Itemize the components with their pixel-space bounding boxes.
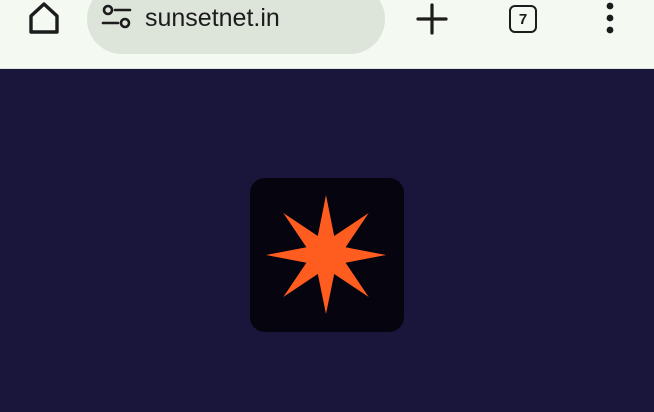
browser-toolbar: sunsetnet.in 7 [0,0,654,69]
tab-count: 7 [518,10,528,28]
tab-switcher-button[interactable]: 7 [503,0,543,38]
site-logo [250,178,404,332]
url-text[interactable]: sunsetnet.in [145,3,280,33]
page-content [0,69,654,412]
more-vert-icon [606,2,614,34]
tab-count-badge: 7 [509,5,537,33]
tune-icon [101,4,132,29]
new-tab-button[interactable] [412,0,452,38]
eight-point-star-icon [266,195,386,314]
site-settings-button[interactable] [101,2,133,34]
plus-icon [416,3,448,35]
menu-button[interactable] [592,0,628,38]
address-bar[interactable]: sunsetnet.in [87,0,385,54]
home-button[interactable] [24,0,64,38]
home-icon [29,2,59,34]
